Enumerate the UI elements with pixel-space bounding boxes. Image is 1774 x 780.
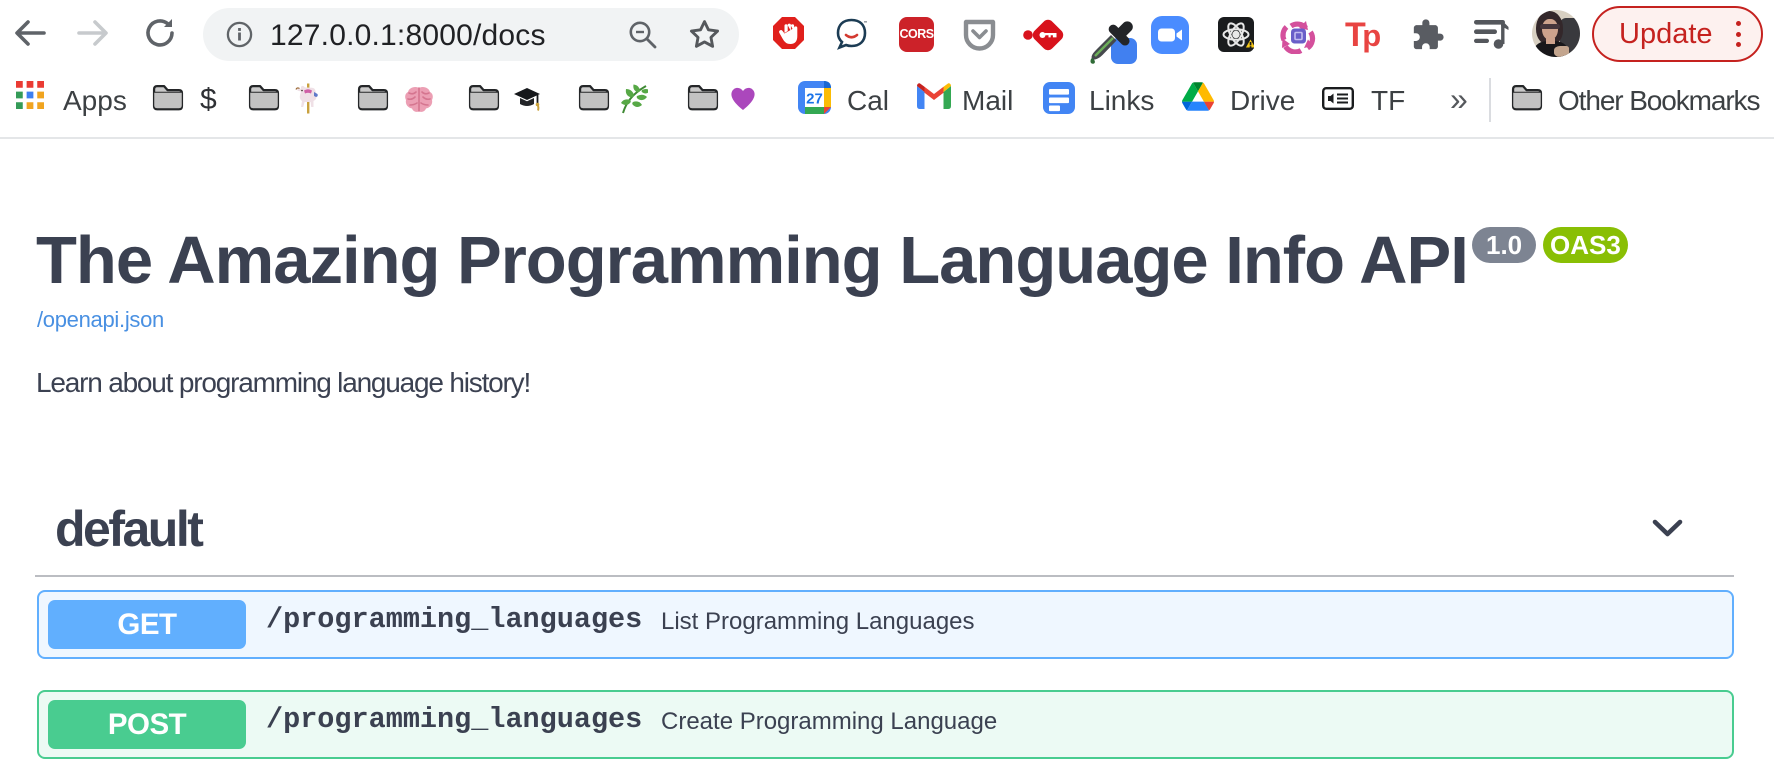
svg-text:27: 27 xyxy=(806,91,823,108)
